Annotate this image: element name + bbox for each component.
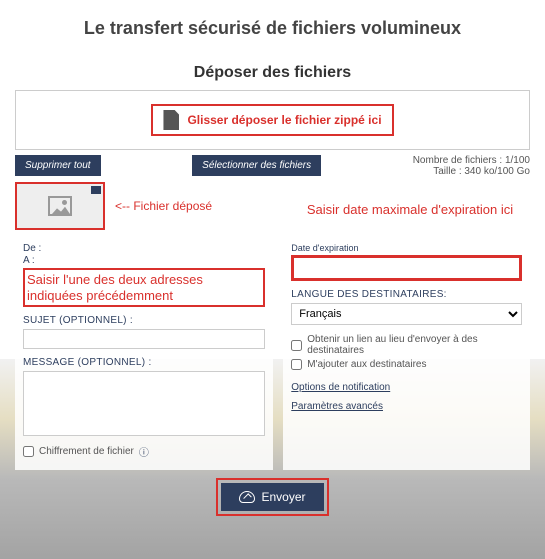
left-column: De : A : Saisir l'une des deux adresses … [15,235,273,470]
page-sub-title: Déposer des fichiers [0,64,545,90]
encrypt-checkbox[interactable] [23,446,34,457]
dropzone-annotation-text: Glisser déposer le fichier zippé ici [187,113,381,127]
send-button-label: Envoyer [261,490,305,504]
image-placeholder-icon [48,196,72,216]
add-me-checkbox[interactable] [291,359,302,370]
message-textarea[interactable] [23,371,265,436]
file-size: Taille : 340 ko/100 Go [413,166,530,177]
from-label: De : [23,243,265,254]
uploaded-file-tile[interactable] [15,182,105,230]
file-icon [163,110,179,130]
send-button[interactable]: Envoyer [221,483,323,511]
to-label: A : [23,255,265,266]
file-stats: Nombre de fichiers : 1/100 Taille : 340 … [413,155,530,177]
delete-all-button[interactable]: Supprimer tout [15,155,101,176]
notification-options-link[interactable]: Options de notification [291,382,390,393]
recipient-lang-label: Langue des destinataires: [291,289,522,300]
get-link-checkbox[interactable] [291,340,302,351]
subject-label: Sujet (optionnel) : [23,315,265,326]
page-main-title: Le transfert sécurisé de fichiers volumi… [0,0,545,64]
address-annotation-box: Saisir l'une des deux adresses indiquées… [23,268,265,307]
expiration-date-input[interactable] [291,255,522,281]
get-link-label: Obtenir un lien au lieu d'envoyer à des … [307,334,522,356]
recipient-lang-select[interactable]: Français [291,303,522,325]
encrypt-label: Chiffrement de fichier [39,446,134,457]
file-deposited-annotation: <-- Fichier déposé [115,199,212,213]
info-icon[interactable]: ⓘ [139,444,149,459]
send-button-highlight: Envoyer [216,478,328,516]
cloud-upload-icon [239,491,255,503]
file-count: Nombre de fichiers : 1/100 [413,155,530,166]
right-column: Saisir date maximale d'expiration ici Da… [283,235,530,470]
expiration-date-label: Date d'expiration [291,243,522,253]
date-annotation: Saisir date maximale d'expiration ici [290,203,530,217]
select-files-button[interactable]: Sélectionner des fichiers [192,155,321,176]
address-annotation-text: Saisir l'une des deux adresses indiquées… [27,272,261,303]
dropzone-annotation-box: Glisser déposer le fichier zippé ici [151,104,393,136]
message-label: Message (optionnel) : [23,357,265,368]
advanced-settings-link[interactable]: Paramètres avancés [291,401,383,412]
file-dropzone[interactable]: Glisser déposer le fichier zippé ici [15,90,530,150]
add-me-label: M'ajouter aux destinataires [307,359,426,370]
subject-input[interactable] [23,329,265,349]
